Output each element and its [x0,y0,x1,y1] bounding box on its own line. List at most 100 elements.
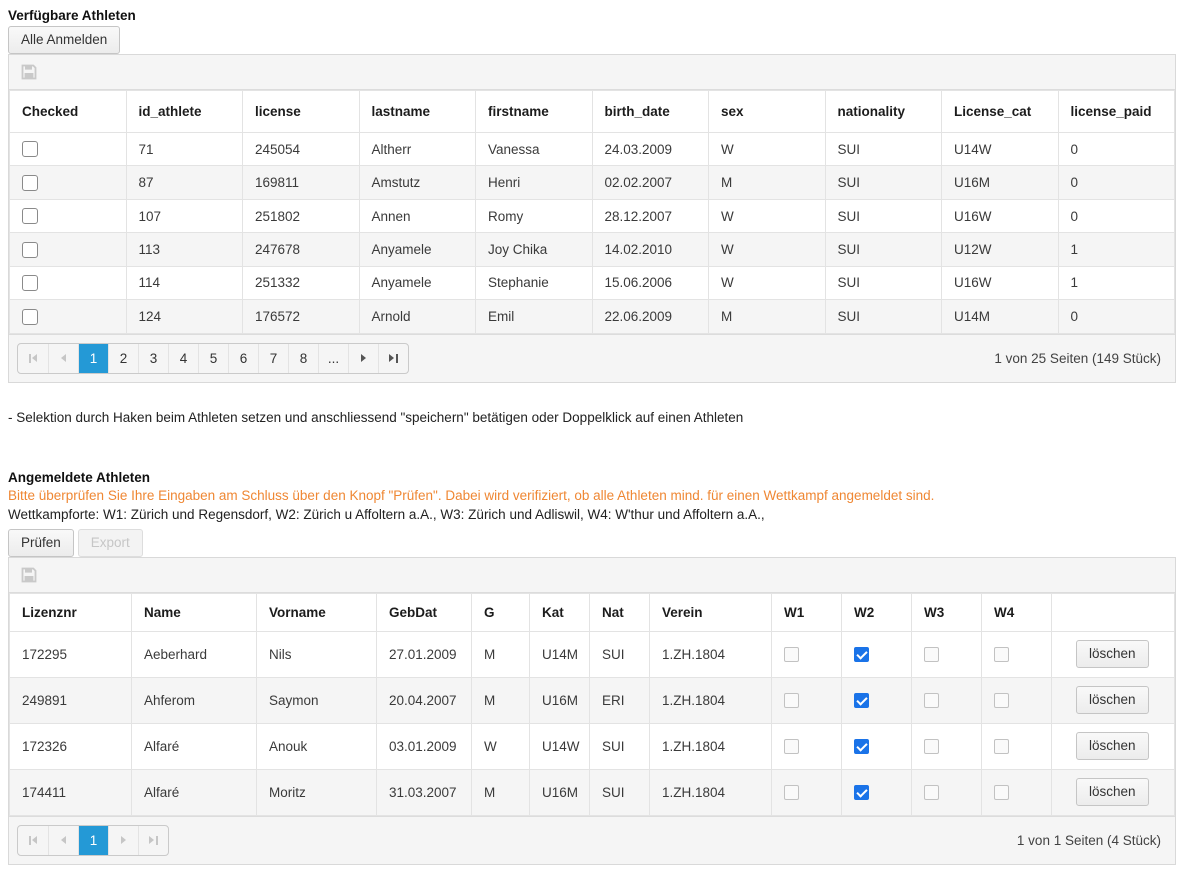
cell-lizenznr: 174411 [10,769,132,815]
delete-button[interactable]: löschen [1076,778,1149,806]
w1-cell [772,769,842,815]
cell-license: 251332 [243,266,360,299]
cell-nat: SUI [590,769,650,815]
pager-info: 1 von 25 Seiten (149 Stück) [994,351,1167,366]
delete-button[interactable]: löschen [1076,732,1149,760]
w2-checkbox[interactable] [854,647,869,662]
pager-page-4[interactable]: 4 [168,344,198,373]
cell-license: 245054 [243,133,360,166]
pager-next-button[interactable] [348,344,378,373]
actions-cell: löschen [1052,631,1175,677]
cell-birth-date: 24.03.2009 [592,133,709,166]
next-icon [361,354,366,362]
cell-g: M [472,769,530,815]
w3-checkbox[interactable] [924,693,939,708]
selection-hint-text: - Selektion durch Haken beim Athleten se… [8,410,1176,425]
pager-page-2[interactable]: 2 [108,344,138,373]
cell-id-athlete: 114 [126,266,243,299]
pager-page-3[interactable]: 3 [138,344,168,373]
pager-next-button[interactable] [108,826,138,855]
cell-name: Alfaré [132,723,257,769]
pager-last-button[interactable] [378,344,408,373]
checkbox-cell [10,199,127,232]
seek-first-icon [29,836,38,845]
pager-page-8[interactable]: 8 [288,344,318,373]
register-all-button[interactable]: Alle Anmelden [8,26,120,54]
cell-name: Ahferom [132,677,257,723]
export-button[interactable]: Export [78,529,143,557]
w3-checkbox[interactable] [924,785,939,800]
w3-checkbox[interactable] [924,647,939,662]
pager-more-pages-button[interactable]: ... [318,344,348,373]
registered-pager: 1 1 von 1 Seiten (4 Stück) [9,816,1175,864]
table-row[interactable]: 124 176572 Arnold Emil 22.06.2009 M SUI … [10,300,1175,333]
cell-license-paid: 0 [1058,199,1175,232]
w4-checkbox[interactable] [994,739,1009,754]
cell-sex: W [709,266,826,299]
pager-prev-button[interactable] [48,344,78,373]
pager-page-6[interactable]: 6 [228,344,258,373]
pager-info: 1 von 1 Seiten (4 Stück) [1017,833,1167,848]
pager-page-5[interactable]: 5 [198,344,228,373]
row-checkbox[interactable] [22,141,38,157]
cell-verein: 1.ZH.1804 [650,631,772,677]
save-button[interactable] [21,64,37,80]
cell-id-athlete: 71 [126,133,243,166]
table-row[interactable]: 71 245054 Altherr Vanessa 24.03.2009 W S… [10,133,1175,166]
row-checkbox[interactable] [22,309,38,325]
w2-cell [842,677,912,723]
available-athletes-section: Verfügbare Athleten Alle Anmelden Checke… [8,8,1176,383]
cell-vorname: Moritz [257,769,377,815]
col-header-w2: W2 [842,593,912,631]
cell-sex: W [709,199,826,232]
cell-lizenznr: 249891 [10,677,132,723]
w2-checkbox[interactable] [854,693,869,708]
w2-cell [842,769,912,815]
w2-checkbox[interactable] [854,739,869,754]
pager-buttons: 1 [17,825,169,856]
w4-checkbox[interactable] [994,693,1009,708]
cell-birth-date: 22.06.2009 [592,300,709,333]
pager-page-1[interactable]: 1 [78,344,108,373]
pager-first-button[interactable] [18,344,48,373]
save-button[interactable] [21,567,37,583]
cell-license-cat: U12W [942,233,1059,266]
registered-grid: Lizenznr Name Vorname GebDat G Kat Nat V… [8,557,1176,865]
cell-sex: M [709,166,826,199]
row-checkbox[interactable] [22,175,38,191]
row-checkbox[interactable] [22,275,38,291]
w4-checkbox[interactable] [994,647,1009,662]
checkbox-cell [10,166,127,199]
w1-checkbox[interactable] [784,647,799,662]
w1-checkbox[interactable] [784,785,799,800]
registered-athletes-section: Angemeldete Athleten Bitte überprüfen Si… [8,470,1176,865]
cell-license-cat: U16W [942,266,1059,299]
actions-cell: löschen [1052,769,1175,815]
prev-icon [61,354,66,362]
row-checkbox[interactable] [22,242,38,258]
row-checkbox[interactable] [22,208,38,224]
pager-last-button[interactable] [138,826,168,855]
table-row[interactable]: 114 251332 Anyamele Stephanie 15.06.2006… [10,266,1175,299]
pager-page-1[interactable]: 1 [78,826,108,855]
pager-prev-button[interactable] [48,826,78,855]
pager-page-7[interactable]: 7 [258,344,288,373]
delete-button[interactable]: löschen [1076,640,1149,668]
w1-cell [772,677,842,723]
w1-checkbox[interactable] [784,739,799,754]
table-row[interactable]: 87 169811 Amstutz Henri 02.02.2007 M SUI… [10,166,1175,199]
checkbox-cell [10,300,127,333]
table-row[interactable]: 107 251802 Annen Romy 28.12.2007 W SUI U… [10,199,1175,232]
check-button[interactable]: Prüfen [8,529,74,557]
cell-nationality: SUI [825,266,942,299]
w1-checkbox[interactable] [784,693,799,708]
w4-checkbox[interactable] [994,785,1009,800]
cell-g: W [472,723,530,769]
available-section-title: Verfügbare Athleten [8,8,1176,23]
w2-checkbox[interactable] [854,785,869,800]
table-row[interactable]: 113 247678 Anyamele Joy Chika 14.02.2010… [10,233,1175,266]
cell-sex: W [709,133,826,166]
delete-button[interactable]: löschen [1076,686,1149,714]
pager-first-button[interactable] [18,826,48,855]
w3-checkbox[interactable] [924,739,939,754]
